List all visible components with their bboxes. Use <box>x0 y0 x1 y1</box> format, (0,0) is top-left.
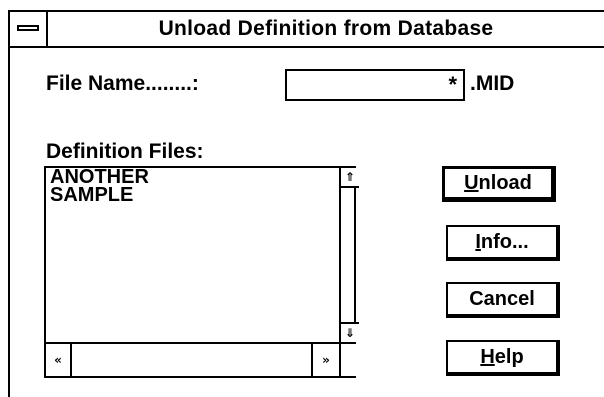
info-label: nfo... <box>480 231 529 253</box>
file-extension-label: .MID <box>470 72 515 95</box>
cancel-label: Cancel <box>469 288 535 310</box>
system-menu-button[interactable] <box>10 12 48 46</box>
file-name-input[interactable] <box>287 71 463 99</box>
system-menu-icon <box>17 25 39 31</box>
help-label: elp <box>494 346 524 368</box>
title-bar: Unload Definition from Database <box>10 12 604 48</box>
file-name-field[interactable] <box>285 69 465 101</box>
cancel-button[interactable]: Cancel <box>446 282 560 318</box>
list-item[interactable]: SAMPLE <box>48 185 338 205</box>
vertical-scrollbar[interactable]: ⇑ ⇓ <box>339 168 359 342</box>
unload-button[interactable]: Unload <box>442 166 556 202</box>
scrollbar-corner <box>339 342 356 376</box>
help-mnemonic: H <box>480 346 495 368</box>
scroll-right-icon[interactable]: » <box>311 344 339 376</box>
scroll-down-icon[interactable]: ⇓ <box>341 322 359 342</box>
definition-files-label: Definition Files: <box>46 140 204 163</box>
info-button[interactable]: Info... <box>446 225 560 261</box>
definition-files-items: ANOTHER SAMPLE <box>48 167 338 340</box>
scroll-up-icon[interactable]: ⇑ <box>341 168 359 188</box>
dialog-window: Unload Definition from Database File Nam… <box>8 10 604 397</box>
unload-mnemonic: U <box>464 172 479 194</box>
help-button[interactable]: Help <box>446 340 560 376</box>
file-name-label: File Name........: <box>46 72 199 95</box>
horizontal-scrollbar[interactable]: « » <box>46 342 339 378</box>
definition-files-listbox[interactable]: ANOTHER SAMPLE ⇑ ⇓ « » <box>44 166 359 378</box>
unload-label: nload <box>478 172 532 194</box>
dialog-title: Unload Definition from Database <box>158 17 494 40</box>
scroll-left-icon[interactable]: « <box>46 344 72 376</box>
